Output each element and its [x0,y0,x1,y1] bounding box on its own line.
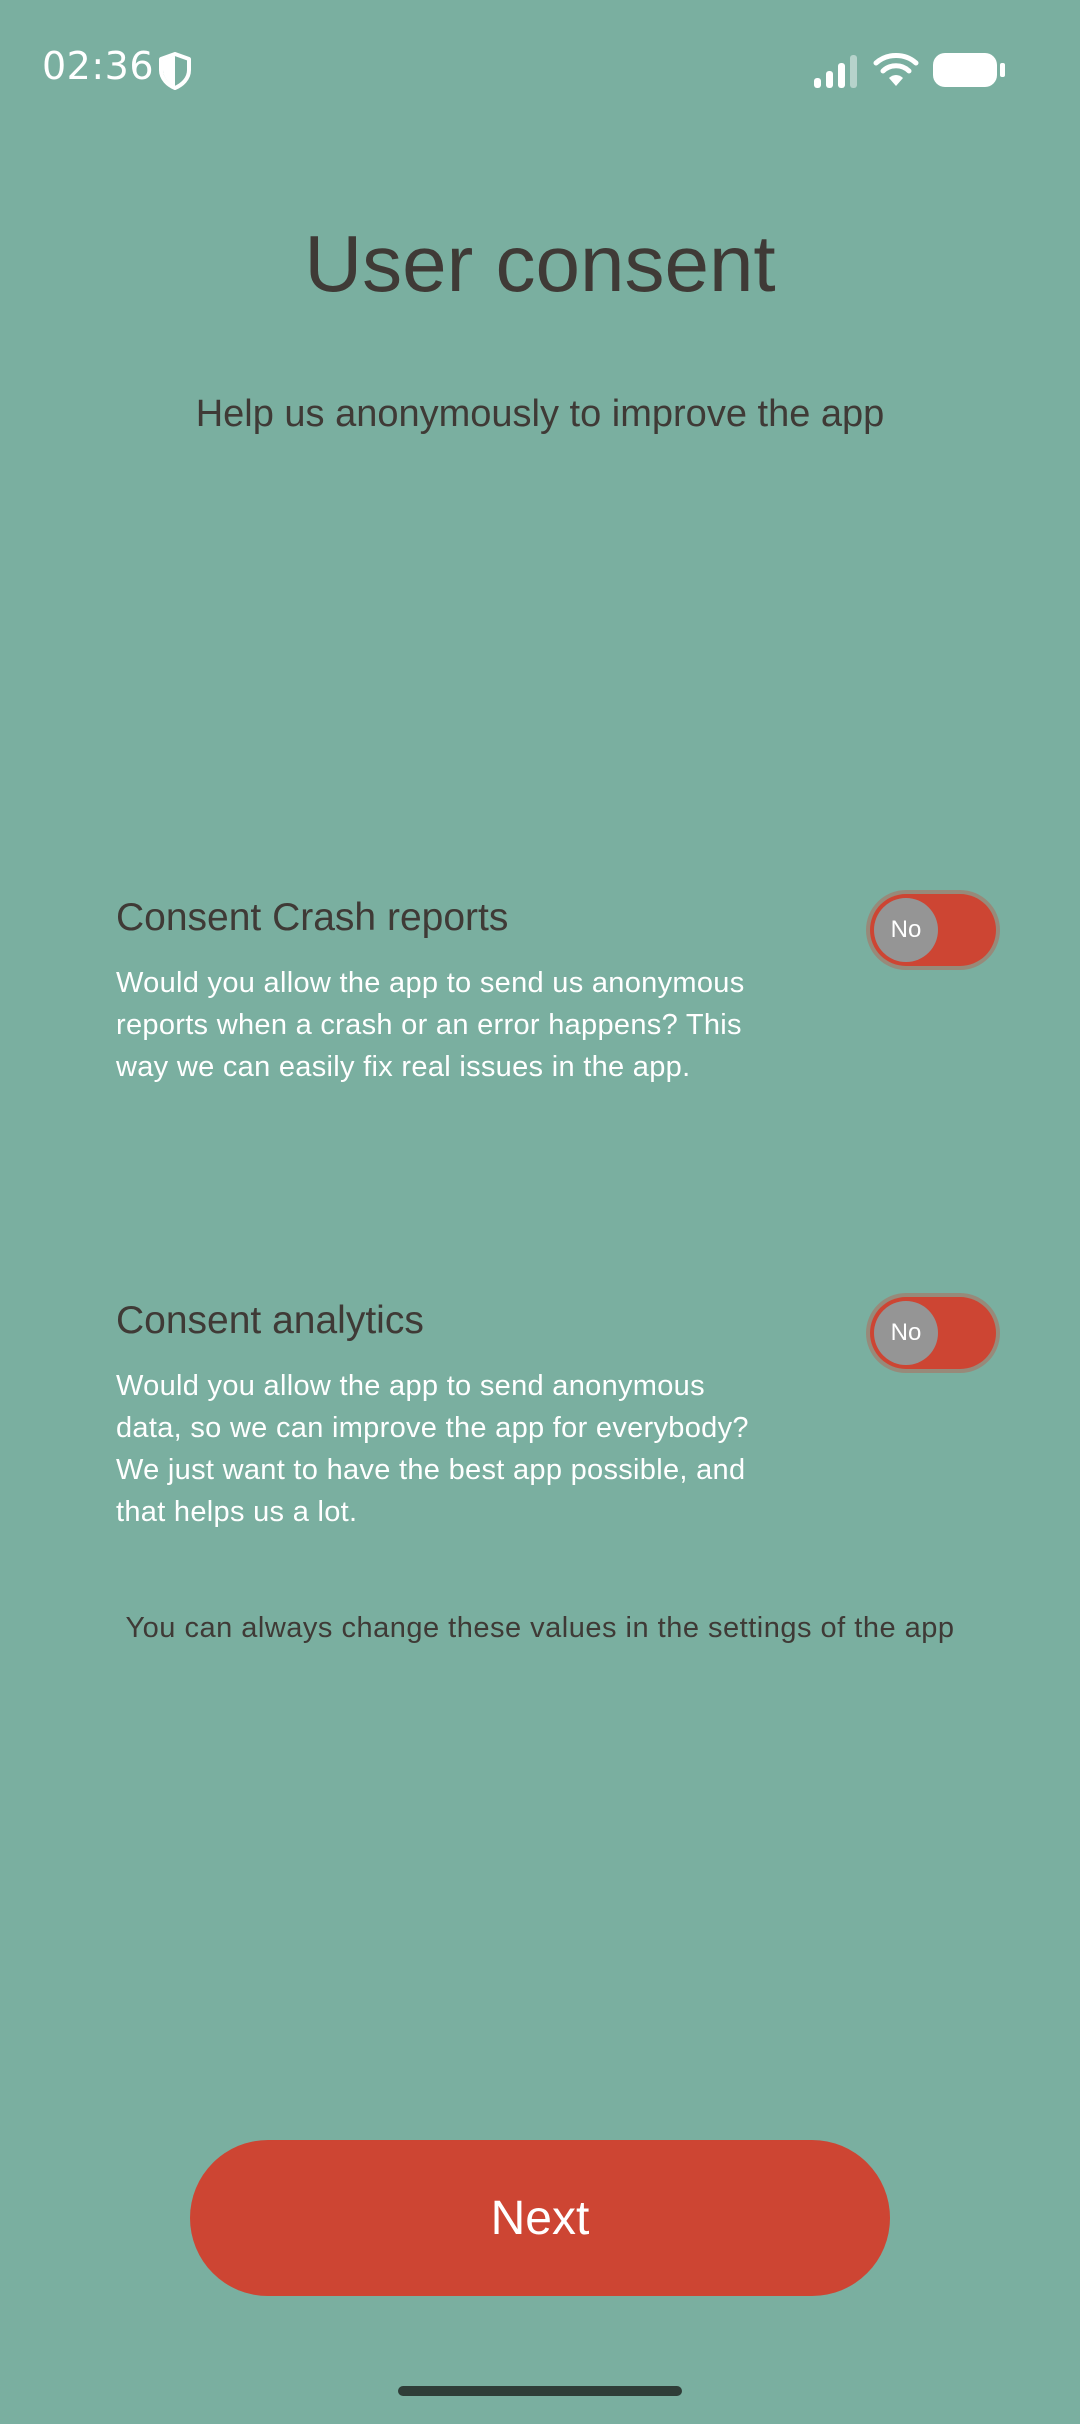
analytics-toggle[interactable]: No [870,1297,996,1369]
shield-icon [159,52,191,90]
settings-footnote: You can always change these values in th… [125,1612,955,1644]
crash-reports-toggle[interactable]: No [870,894,996,966]
battery-icon [933,53,1005,87]
consent-crash-reports-section: Consent Crash reports Would you allow th… [116,892,996,1088]
consent-crash-reports-description: Would you allow the app to send us anony… [116,967,745,1083]
status-time: 02:36 [42,44,155,88]
page-subtitle: Help us anonymously to improve the app [195,393,885,435]
status-bar: 02:36 [0,0,1080,140]
wifi-icon [873,53,919,86]
page-title: User consent [304,219,776,308]
consent-analytics-title: Consent analytics [116,1299,424,1342]
home-indicator[interactable] [398,2386,682,2396]
next-button[interactable]: Next [190,2140,890,2296]
crash-reports-toggle-knob: No [874,898,938,962]
consent-crash-reports-title: Consent Crash reports [116,896,509,939]
consent-analytics-section: Consent analytics Would you allow the ap… [116,1295,996,1533]
analytics-toggle-knob: No [874,1301,938,1365]
signal-icon [814,55,857,88]
consent-analytics-description: Would you allow the app to send anonymou… [116,1370,749,1528]
